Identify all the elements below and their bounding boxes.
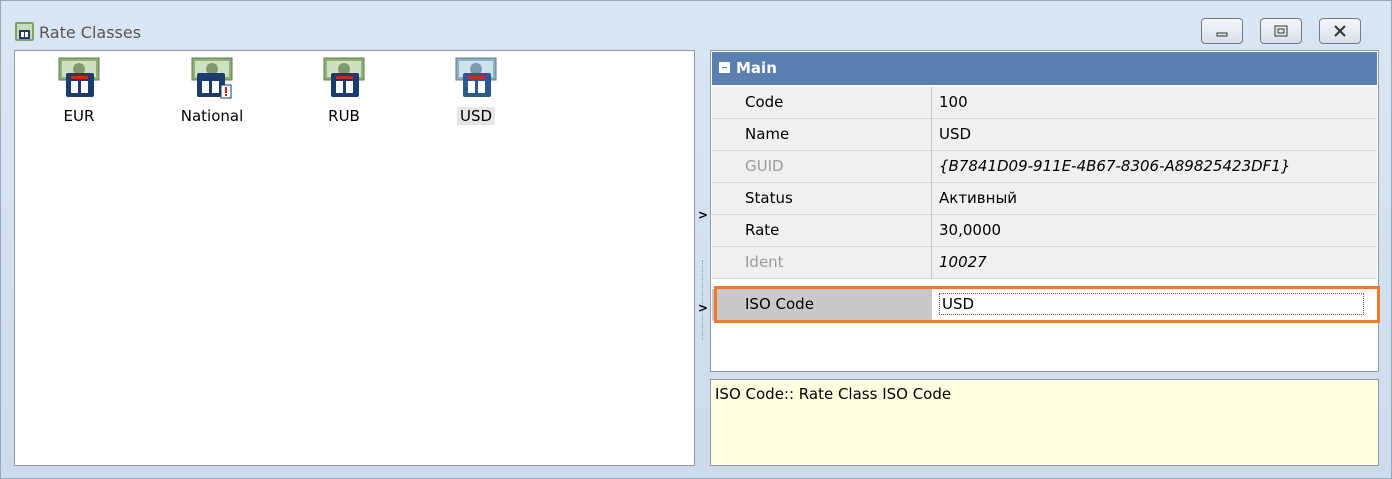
property-row-code[interactable]: Code 100 <box>712 87 1377 119</box>
rate-class-item-usd[interactable]: USD <box>426 57 526 125</box>
property-row-guid[interactable]: GUID {B7841D09-911E-4B67-8306-A89825423D… <box>712 151 1377 183</box>
rate-class-item-eur[interactable]: EUR <box>29 57 129 125</box>
property-name: Name <box>712 119 932 151</box>
property-row-status[interactable]: Status Активный <box>712 183 1377 215</box>
close-button[interactable] <box>1319 18 1361 44</box>
property-value[interactable]: Активный <box>932 183 1377 215</box>
property-row-ident[interactable]: Ident 10027 <box>712 247 1377 279</box>
rate-class-list[interactable]: EUR National RUB USD <box>14 50 695 466</box>
maximize-icon <box>1274 25 1288 37</box>
property-name: Code <box>712 87 932 119</box>
property-name: Status <box>712 183 932 215</box>
property-name: Rate <box>712 215 932 247</box>
description-text: ISO Code:: Rate Class ISO Code <box>715 385 952 403</box>
chevron-right-icon[interactable]: > <box>698 301 708 315</box>
close-icon <box>1334 25 1346 37</box>
property-row-iso-code[interactable]: ISO Code USD <box>712 289 1377 321</box>
property-name: ISO Code <box>712 289 932 321</box>
property-grid[interactable]: Main Code 100 Name USD GUID {B7841D09-91… <box>710 50 1379 372</box>
property-value-editor[interactable]: USD <box>932 289 1377 321</box>
rate-classes-window: Rate Classes EUR National RUB USD > > Ma… <box>0 0 1392 479</box>
property-row-rate[interactable]: Rate 30,0000 <box>712 215 1377 247</box>
item-label: EUR <box>63 107 95 125</box>
pane-splitter[interactable]: > > <box>697 50 709 466</box>
item-label: USD <box>456 107 496 125</box>
rate-class-item-rub[interactable]: RUB <box>294 57 394 125</box>
minimize-button[interactable] <box>1201 18 1243 44</box>
title-bar[interactable]: Rate Classes <box>1 1 1391 44</box>
property-name: Ident <box>712 247 932 279</box>
minimize-icon <box>1216 32 1228 37</box>
item-label: National <box>180 107 244 125</box>
chevron-right-icon[interactable]: > <box>698 208 708 222</box>
property-description: ISO Code:: Rate Class ISO Code <box>710 379 1379 466</box>
property-name: GUID <box>712 151 932 183</box>
property-value[interactable]: USD <box>932 119 1377 151</box>
property-value: 10027 <box>932 247 1377 279</box>
category-label: Main <box>736 59 777 77</box>
window-title: Rate Classes <box>39 23 142 42</box>
rate-class-item-national[interactable]: National <box>162 57 262 125</box>
splitter-grip <box>702 260 703 340</box>
property-row-name[interactable]: Name USD <box>712 119 1377 151</box>
rate-classes-app-icon <box>15 22 34 41</box>
maximize-button[interactable] <box>1260 18 1302 44</box>
property-value[interactable]: 100 <box>932 87 1377 119</box>
currency-class-icon <box>58 57 100 97</box>
currency-class-icon <box>455 57 497 97</box>
property-value[interactable]: 30,0000 <box>932 215 1377 247</box>
currency-class-warning-icon <box>191 57 233 99</box>
property-value: {B7841D09-911E-4B67-8306-A89825423DF1} <box>932 151 1377 183</box>
item-label: RUB <box>328 107 360 125</box>
category-header-main[interactable]: Main <box>712 52 1377 85</box>
collapse-icon[interactable] <box>719 62 730 73</box>
iso-code-input[interactable]: USD <box>939 293 1364 315</box>
currency-class-icon <box>323 57 365 97</box>
